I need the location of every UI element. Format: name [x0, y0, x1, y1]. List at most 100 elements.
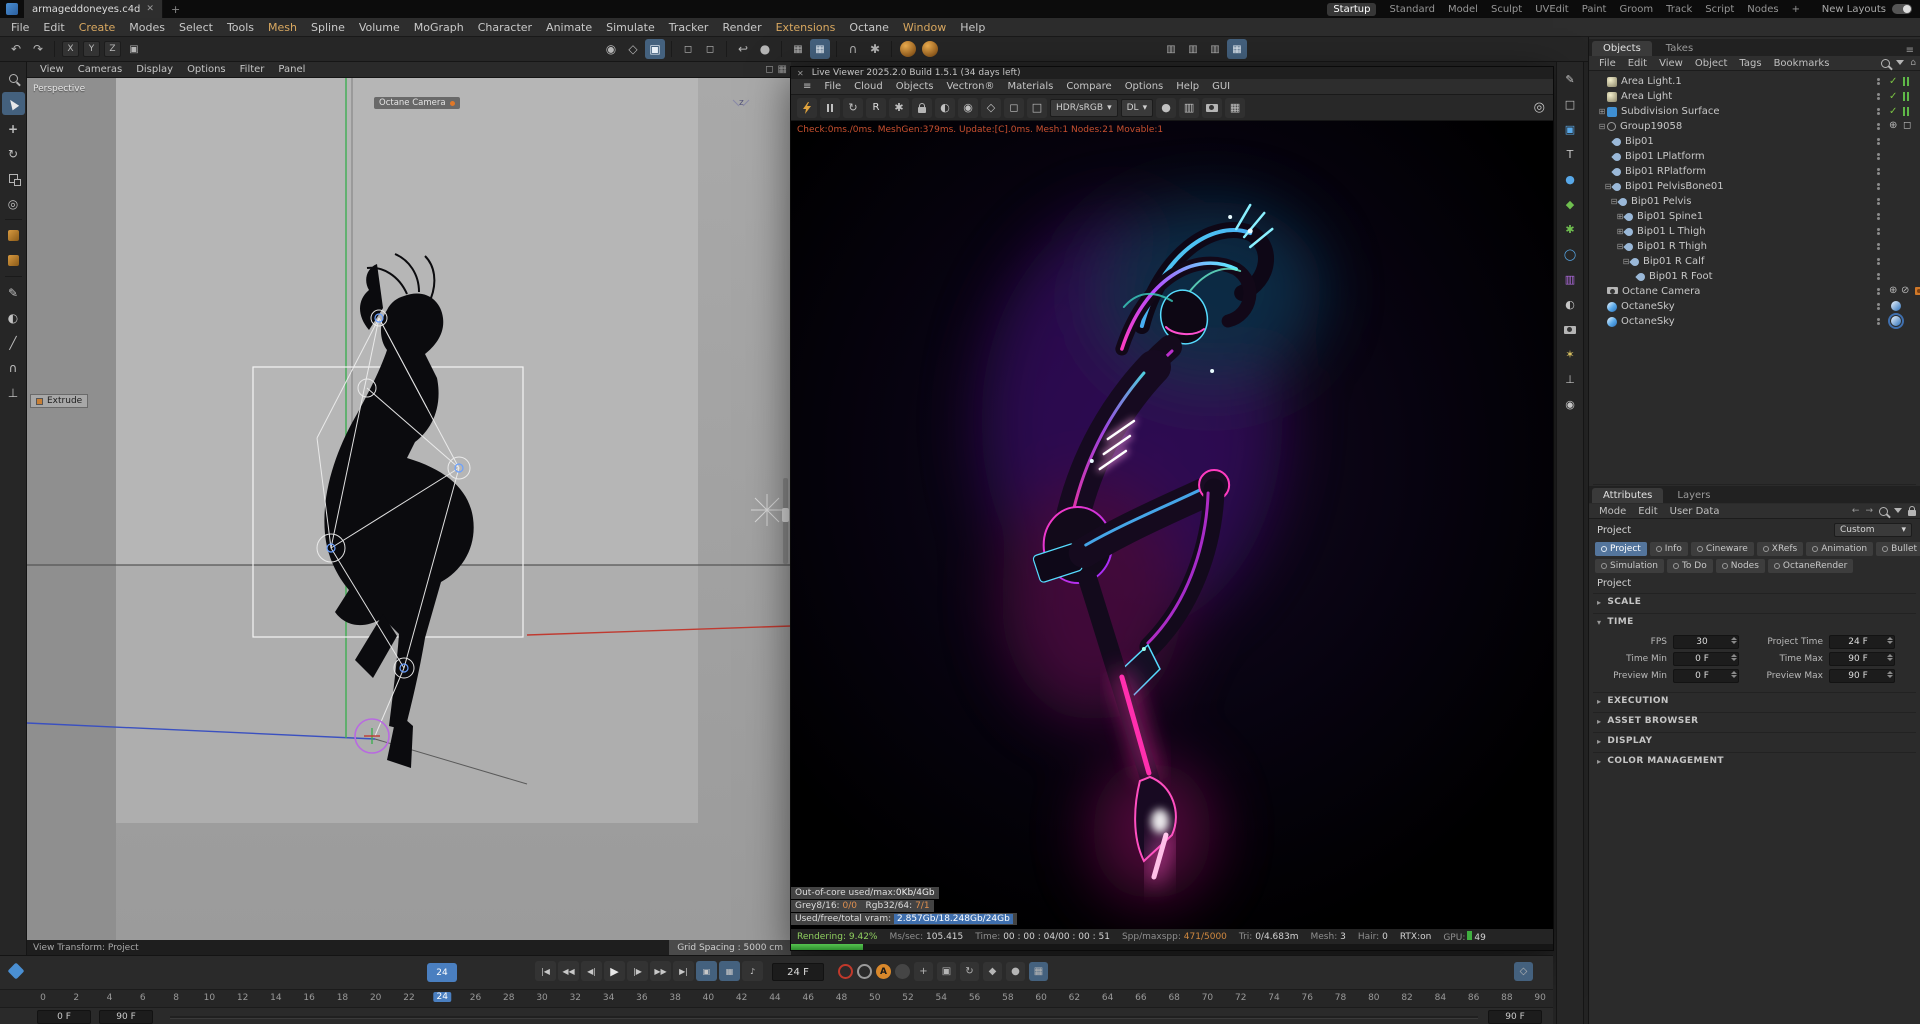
octane-camera-tag-icon[interactable]: [1915, 287, 1920, 295]
clay-mode-icon[interactable]: ●: [1156, 97, 1177, 118]
tree-row-subdivision-surface[interactable]: ⊞ Subdivision Surface ✓: [1589, 104, 1920, 119]
camera-target-tag-icon[interactable]: ⊕: [1889, 285, 1897, 296]
account-toggle[interactable]: [1892, 4, 1912, 14]
layout-uvedit[interactable]: UVEdit: [1535, 4, 1569, 15]
tree-row-bip01-l-thigh[interactable]: ⊞ Bip01 L Thigh: [1589, 224, 1920, 239]
mograph-cloner-icon[interactable]: ◆: [1559, 194, 1581, 216]
corner-left-icon[interactable]: ◻: [678, 39, 698, 59]
lv-menu-materials[interactable]: Materials: [1001, 81, 1059, 92]
ruler-frame-30[interactable]: 30: [536, 993, 547, 1003]
om-menu-edit[interactable]: Edit: [1622, 58, 1653, 69]
tab-project[interactable]: Project: [1595, 542, 1647, 556]
keyframe-presets-icon[interactable]: ▦: [1029, 962, 1048, 981]
tab-bullet[interactable]: Bullet: [1876, 542, 1920, 556]
section-asset-browser[interactable]: ▸ ASSET BROWSER: [1597, 716, 1699, 726]
play-button[interactable]: ▶: [604, 961, 625, 981]
visibility-dots[interactable]: [1877, 166, 1880, 177]
axis-x-button[interactable]: X: [62, 41, 79, 57]
preview-max-input[interactable]: [1830, 670, 1894, 682]
ruler-frame-0[interactable]: 0: [40, 993, 46, 1003]
vp-menu-view[interactable]: View: [33, 64, 71, 75]
section-time[interactable]: ▾ TIME: [1597, 617, 1634, 627]
next-key-button[interactable]: ▶▶: [650, 961, 671, 981]
range-start-max-input[interactable]: [100, 1011, 152, 1023]
ruler-frame-66[interactable]: 66: [1135, 993, 1146, 1003]
menu-volume[interactable]: Volume: [352, 21, 407, 34]
tab-layers[interactable]: Layers: [1666, 488, 1721, 503]
layout-panel-1-icon[interactable]: ▥: [1161, 39, 1181, 59]
stepper-icon[interactable]: [1731, 671, 1737, 678]
menu-help[interactable]: Help: [953, 21, 992, 34]
ruler-frame-2[interactable]: 2: [73, 993, 79, 1003]
preview-min-field[interactable]: [1673, 669, 1739, 683]
menu-modes[interactable]: Modes: [122, 21, 172, 34]
vp-menu-display[interactable]: Display: [129, 64, 180, 75]
ruler-frame-88[interactable]: 88: [1501, 993, 1512, 1003]
redo-icon[interactable]: ↷: [28, 39, 48, 59]
extrude-inner-tool-icon[interactable]: [2, 249, 25, 272]
tab-cineware[interactable]: Cineware: [1690, 542, 1754, 556]
visibility-dots[interactable]: [1877, 316, 1880, 327]
tree-row-bip01-pelvisbone01[interactable]: ⊟ Bip01 PelvisBone01: [1589, 179, 1920, 194]
layout-paint[interactable]: Paint: [1582, 4, 1607, 15]
ruler-frame-22[interactable]: 22: [403, 993, 414, 1003]
range-end-field[interactable]: [1488, 1010, 1542, 1024]
material-icon[interactable]: ◉: [1559, 394, 1581, 416]
floor-icon[interactable]: ⊥: [1559, 369, 1581, 391]
lv-menu-help[interactable]: Help: [1170, 81, 1205, 92]
tree-row-bip01-r-foot[interactable]: Bip01 R Foot: [1589, 269, 1920, 284]
enabled-check-icon[interactable]: ✓: [1889, 76, 1897, 87]
ruler-frame-74[interactable]: 74: [1268, 993, 1279, 1003]
section-execution[interactable]: ▸ EXECUTION: [1597, 696, 1669, 706]
om-menu-bookmarks[interactable]: Bookmarks: [1768, 58, 1836, 69]
zoom-tool-icon[interactable]: [2, 67, 25, 90]
visibility-dots[interactable]: [1877, 76, 1880, 87]
keyframe-selection-button[interactable]: [857, 964, 872, 979]
axis-y-button[interactable]: Y: [83, 41, 100, 57]
pen-tool-icon[interactable]: ✎: [2, 281, 25, 304]
add-layout-button[interactable]: +: [1792, 4, 1800, 15]
menu-select[interactable]: Select: [172, 21, 220, 34]
tree-row-bip01-r-thigh[interactable]: ⊟ Bip01 R Thigh: [1589, 239, 1920, 254]
ruler-frame-26[interactable]: 26: [470, 993, 481, 1003]
ruler-frame-8[interactable]: 8: [173, 993, 179, 1003]
layout-model[interactable]: Model: [1448, 4, 1478, 15]
visibility-dots[interactable]: [1877, 196, 1880, 207]
field-icon[interactable]: ◯: [1559, 244, 1581, 266]
ruler-frame-90[interactable]: 90: [1534, 993, 1545, 1003]
preset-dropdown[interactable]: Custom ▾: [1834, 523, 1912, 537]
knife-tool-icon[interactable]: ╱: [2, 331, 25, 354]
ruler-frame-18[interactable]: 18: [337, 993, 348, 1003]
lv-menu-vectron[interactable]: Vectron®: [940, 81, 1000, 92]
menu-edit[interactable]: Edit: [36, 21, 71, 34]
lv-menu-compare[interactable]: Compare: [1060, 81, 1117, 92]
ruler-frame-80[interactable]: 80: [1368, 993, 1379, 1003]
stepper-icon[interactable]: [1887, 671, 1893, 678]
sky-tag-selected-icon[interactable]: [1888, 313, 1904, 329]
ruler-frame-56[interactable]: 56: [969, 993, 980, 1003]
close-tab-icon[interactable]: ✕: [146, 4, 154, 14]
ruler-frame-68[interactable]: 68: [1168, 993, 1179, 1003]
scale-tool-icon[interactable]: [2, 167, 25, 190]
visibility-dots[interactable]: [1877, 91, 1880, 102]
keyframe-marker-icon[interactable]: [7, 962, 25, 980]
pause-render-icon[interactable]: [820, 97, 840, 118]
camera-disabled-tag-icon[interactable]: ⊘: [1901, 285, 1909, 296]
tree-row-bip01-r-calf[interactable]: ⊟ Bip01 R Calf: [1589, 254, 1920, 269]
sound-toggle-icon[interactable]: ♪: [742, 961, 763, 981]
current-frame-knob[interactable]: 24: [427, 963, 457, 982]
ruler-frame-48[interactable]: 48: [836, 993, 847, 1003]
preview-min-input[interactable]: [1674, 670, 1738, 682]
sky-tag-icon[interactable]: [1891, 301, 1901, 311]
new-layouts-label[interactable]: New Layouts: [1822, 4, 1886, 15]
visibility-dots[interactable]: [1877, 271, 1880, 282]
extrude-tool-icon[interactable]: [2, 224, 25, 247]
ruler-frame-84[interactable]: 84: [1435, 993, 1446, 1003]
ruler-frame-38[interactable]: 38: [669, 993, 680, 1003]
range-start-field[interactable]: [37, 1010, 91, 1024]
render-settings-icon[interactable]: [922, 41, 938, 57]
live-viewer-titlebar[interactable]: ✕ Live Viewer 2025.2.0 Build 1.5.1 (34 d…: [791, 67, 1553, 79]
om-menu-object[interactable]: Object: [1689, 58, 1734, 69]
axis-tool-icon[interactable]: ⊥: [2, 381, 25, 404]
ruler-frame-28[interactable]: 28: [503, 993, 514, 1003]
